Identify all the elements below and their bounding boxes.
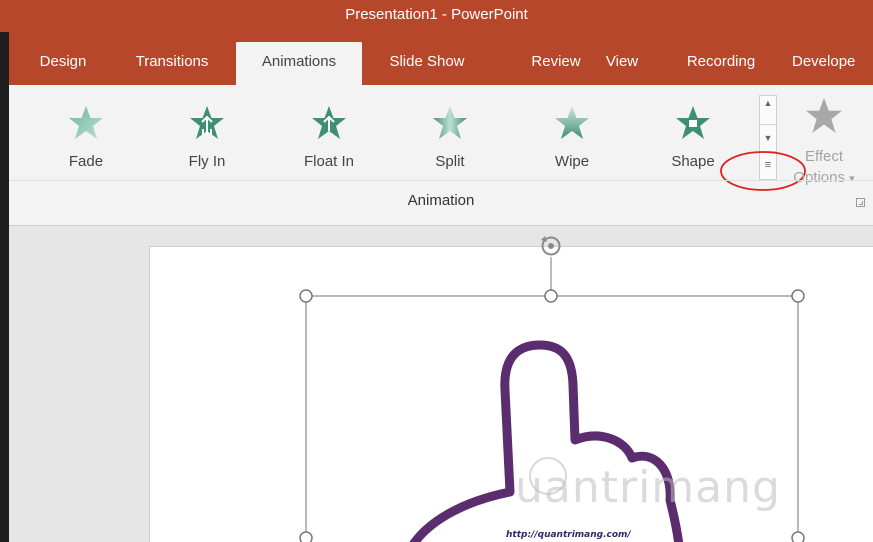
watermark-text: uantrimang (515, 462, 781, 513)
shape-url-text: http://quantrimang.com/ (506, 530, 631, 540)
rotate-handle-icon[interactable] (541, 236, 561, 256)
selected-shape[interactable] (0, 0, 873, 542)
